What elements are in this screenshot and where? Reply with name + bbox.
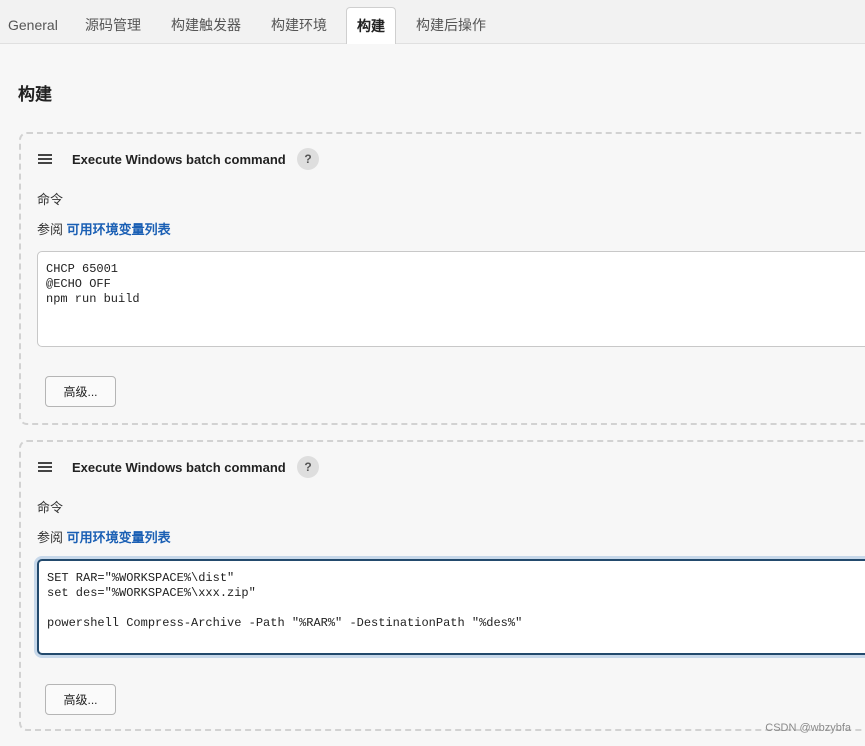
drag-handle-icon[interactable] [38, 462, 52, 472]
build-step-card: Execute Windows batch command ? 命令 参阅 可用… [19, 440, 865, 731]
command-textarea[interactable]: SET RAR="%WORKSPACE%\dist" set des="%WOR… [37, 559, 865, 655]
env-vars-link[interactable]: 可用环境变量列表 [67, 530, 171, 545]
tab-build-triggers[interactable]: 构建触发器 [171, 6, 241, 44]
drag-handle-icon[interactable] [38, 154, 52, 164]
tab-post-build-actions[interactable]: 构建后操作 [416, 6, 486, 44]
env-vars-link[interactable]: 可用环境变量列表 [67, 222, 171, 237]
env-vars-hint: 参阅 可用环境变量列表 [37, 527, 171, 546]
section-title: 构建 [18, 85, 52, 104]
see-prefix: 参阅 [37, 222, 64, 237]
tab-build[interactable]: 构建 [346, 7, 396, 44]
command-label: 命令 [37, 500, 64, 515]
build-step-title: Execute Windows batch command [72, 460, 286, 475]
command-textarea[interactable]: CHCP 65001 @ECHO OFF npm run build [37, 251, 865, 347]
help-icon[interactable]: ? [297, 148, 319, 170]
tab-build-environment[interactable]: 构建环境 [271, 6, 327, 44]
see-prefix: 参阅 [37, 530, 64, 545]
config-tab-bar: General 源码管理 构建触发器 构建环境 构建 构建后操作 [0, 0, 865, 44]
watermark: CSDN @wbzybfa [765, 722, 851, 734]
advanced-button[interactable]: 高级... [45, 684, 116, 715]
help-icon[interactable]: ? [297, 456, 319, 478]
tab-source-code-management[interactable]: 源码管理 [85, 6, 141, 44]
build-step-title: Execute Windows batch command [72, 152, 286, 167]
command-label: 命令 [37, 192, 64, 207]
tab-general[interactable]: General [8, 6, 58, 44]
build-step-card: Execute Windows batch command ? 命令 参阅 可用… [19, 132, 865, 425]
advanced-button[interactable]: 高级... [45, 376, 116, 407]
env-vars-hint: 参阅 可用环境变量列表 [37, 219, 171, 238]
